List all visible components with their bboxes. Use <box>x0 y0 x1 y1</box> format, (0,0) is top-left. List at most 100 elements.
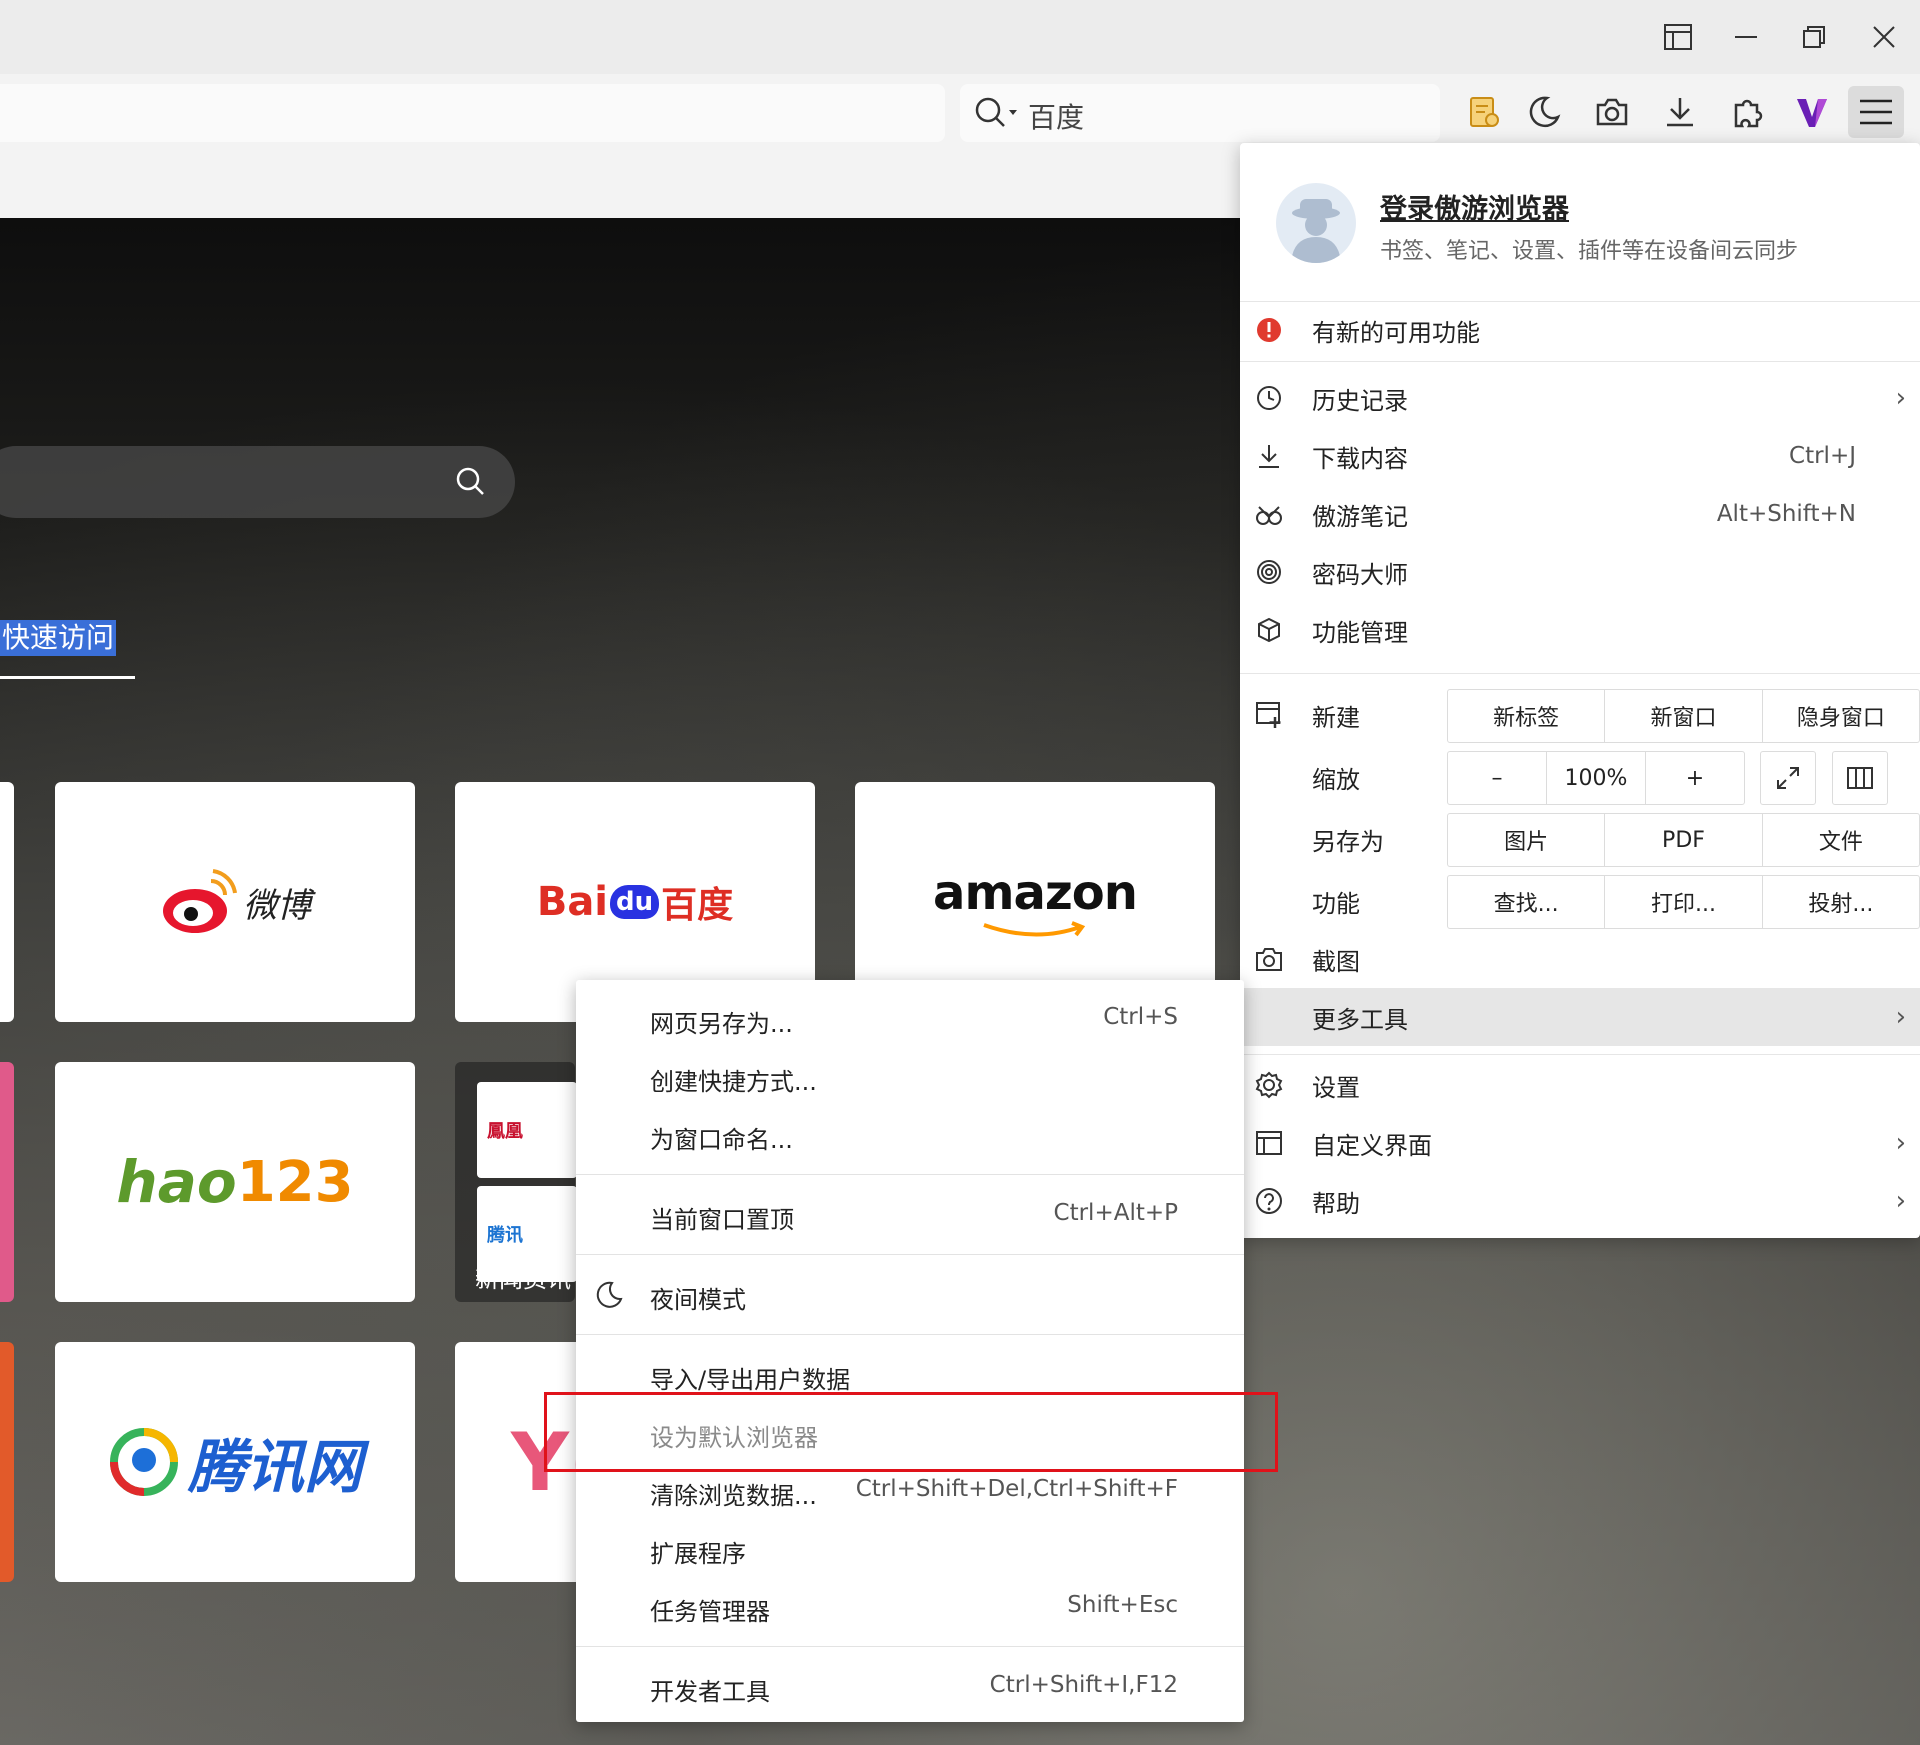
address-bar[interactable] <box>0 84 945 142</box>
submenu-item-save-page[interactable]: 网页另存为... Ctrl+S <box>576 990 1244 1048</box>
zoom-out-button[interactable]: – <box>1448 752 1546 804</box>
notes-button[interactable] <box>1456 86 1512 138</box>
tile-partial[interactable] <box>0 1342 14 1582</box>
profile-section[interactable]: 登录傲游浏览器 书签、笔记、设置、插件等在设备间云同步 <box>1240 143 1920 302</box>
submenu-item-devtools[interactable]: 开发者工具 Ctrl+Shift+I,F12 <box>576 1658 1244 1716</box>
new-window-button[interactable]: 新窗口 <box>1604 690 1761 742</box>
fullscreen-button[interactable] <box>1760 751 1816 805</box>
submenu-divider <box>576 1334 1244 1335</box>
submenu-item-night-mode[interactable]: 夜间模式 <box>576 1266 1244 1324</box>
save-file-button[interactable]: 文件 <box>1761 814 1919 866</box>
toolbar: 百度 <box>0 74 1920 150</box>
night-mode-icon <box>1529 96 1561 128</box>
menu-item-customize[interactable]: 自定义界面 › <box>1240 1114 1920 1172</box>
save-pdf-button[interactable]: PDF <box>1604 814 1761 866</box>
folder-tile-news[interactable]: 鳳凰 腾讯 新闻资讯 <box>455 1062 577 1302</box>
search-box[interactable]: 百度 <box>960 84 1440 142</box>
function-segment: 查找... 打印... 投射... <box>1447 875 1920 929</box>
layout-button[interactable] <box>1652 14 1704 60</box>
submenu-item-extensions[interactable]: 扩展程序 <box>576 1520 1244 1578</box>
fingerprint-icon <box>1257 560 1281 584</box>
submenu-item-label: 任务管理器 <box>650 1598 770 1626</box>
screenshot-button[interactable] <box>1584 86 1640 138</box>
menu-item-screenshot[interactable]: 截图 <box>1240 930 1920 988</box>
download-icon <box>1259 445 1279 468</box>
submenu-item-label: 夜间模式 <box>650 1286 746 1314</box>
submenu-item-import-export[interactable]: 导入/导出用户数据 <box>576 1346 1244 1404</box>
submenu-item-create-shortcut[interactable]: 创建快捷方式... <box>576 1048 1244 1106</box>
submenu-item-label: 创建快捷方式... <box>650 1068 817 1096</box>
layout-icon <box>1256 1131 1282 1155</box>
print-button[interactable]: 打印... <box>1604 876 1761 928</box>
minimize-button[interactable] <box>1720 14 1772 60</box>
menu-item-passwords[interactable]: 密码大师 <box>1240 543 1920 601</box>
menu-item-new-features[interactable]: 有新的可用功能 <box>1240 301 1920 359</box>
avatar[interactable] <box>1276 183 1356 263</box>
ntp-search-input[interactable] <box>0 446 515 518</box>
incognito-button[interactable]: 隐身窗口 <box>1761 690 1919 742</box>
menu-item-settings[interactable]: 设置 <box>1240 1056 1920 1114</box>
menu-item-label: 历史记录 <box>1312 386 1408 415</box>
mini-tile-ifeng[interactable]: 鳳凰 <box>477 1082 577 1178</box>
tile-partial[interactable] <box>0 1062 14 1302</box>
menu-item-more-tools[interactable]: 更多工具 › <box>1240 988 1920 1046</box>
tile-partial[interactable] <box>0 782 14 1022</box>
menu-row-save-as: 另存为 图片 PDF 文件 <box>1240 810 1920 868</box>
split-view-button[interactable] <box>1832 751 1888 805</box>
submenu-divider <box>576 1254 1244 1255</box>
cast-button[interactable]: 投射... <box>1761 876 1919 928</box>
search-icon[interactable] <box>455 466 487 498</box>
menu-item-label: 功能管理 <box>1312 618 1408 647</box>
submenu-item-label: 设为默认浏览器 <box>650 1424 818 1452</box>
quick-access-tab[interactable]: 快速访问 <box>0 620 117 656</box>
submenu-item-label: 开发者工具 <box>650 1678 770 1706</box>
night-mode-button[interactable] <box>1516 86 1572 138</box>
new-tab-button[interactable]: 新标签 <box>1448 690 1604 742</box>
profile-title[interactable]: 登录傲游浏览器 <box>1380 187 1569 226</box>
search-icon[interactable] <box>974 96 1022 130</box>
menu-item-help[interactable]: 帮助 › <box>1240 1172 1920 1230</box>
zoom-in-button[interactable]: + <box>1645 752 1744 804</box>
cube-icon <box>1258 617 1280 643</box>
menu-item-features[interactable]: 功能管理 <box>1240 601 1920 659</box>
weibo-label: 微博 <box>243 885 311 926</box>
tile-tencent[interactable]: 腾讯网 <box>55 1342 415 1582</box>
night-mode-icon <box>596 1281 623 1308</box>
submenu-item-task-manager[interactable]: 任务管理器 Shift+Esc <box>576 1578 1244 1636</box>
gear-icon <box>1255 1071 1283 1099</box>
submenu-item-name-window[interactable]: 为窗口命名... <box>576 1106 1244 1164</box>
split-view-icon <box>1847 767 1873 789</box>
menu-item-notes[interactable]: 傲游笔记 Alt+Shift+N <box>1240 485 1920 543</box>
downloads-button[interactable] <box>1652 86 1708 138</box>
notes-icon <box>1470 97 1499 127</box>
maxthon-v-icon <box>1797 99 1827 127</box>
extensions-button[interactable] <box>1720 86 1776 138</box>
submenu-item-set-default[interactable]: 设为默认浏览器 <box>576 1404 1244 1462</box>
menu-item-history[interactable]: 历史记录 › <box>1240 369 1920 427</box>
shortcut-label: Ctrl+Alt+P <box>1053 1200 1178 1226</box>
submenu-item-clear-data[interactable]: 清除浏览数据... Ctrl+Shift+Del,Ctrl+Shift+F <box>576 1462 1244 1520</box>
submenu-item-label: 为窗口命名... <box>650 1126 793 1154</box>
submenu-item-pin-window[interactable]: 当前窗口置顶 Ctrl+Alt+P <box>576 1186 1244 1244</box>
chevron-right-icon: › <box>1895 1128 1906 1158</box>
restore-button[interactable] <box>1788 14 1840 60</box>
close-button[interactable] <box>1858 14 1910 60</box>
tencent-logo-icon <box>109 1428 178 1496</box>
menu-item-downloads[interactable]: 下载内容 Ctrl+J <box>1240 427 1920 485</box>
save-as-label: 另存为 <box>1312 827 1384 856</box>
tile-hao123[interactable]: hao 123 <box>55 1062 415 1302</box>
close-icon <box>1873 26 1895 48</box>
baidu-cn-label: 百度 <box>661 885 734 926</box>
menu-item-label: 自定义界面 <box>1312 1131 1432 1160</box>
camera-icon <box>1256 948 1282 971</box>
maxthon-vip-button[interactable] <box>1784 86 1840 138</box>
main-menu: 登录傲游浏览器 书签、笔记、设置、插件等在设备间云同步 有新的可用功能 历史记录… <box>1240 143 1920 1238</box>
find-button[interactable]: 查找... <box>1448 876 1604 928</box>
tile-weibo[interactable]: 微博 <box>55 782 415 1022</box>
fullscreen-icon <box>1777 767 1799 789</box>
submenu-item-label: 清除浏览数据... <box>650 1482 817 1510</box>
amazon-smile-icon <box>983 921 1086 937</box>
weibo-logo-icon <box>163 869 237 933</box>
save-image-button[interactable]: 图片 <box>1448 814 1604 866</box>
main-menu-button[interactable] <box>1848 86 1904 138</box>
